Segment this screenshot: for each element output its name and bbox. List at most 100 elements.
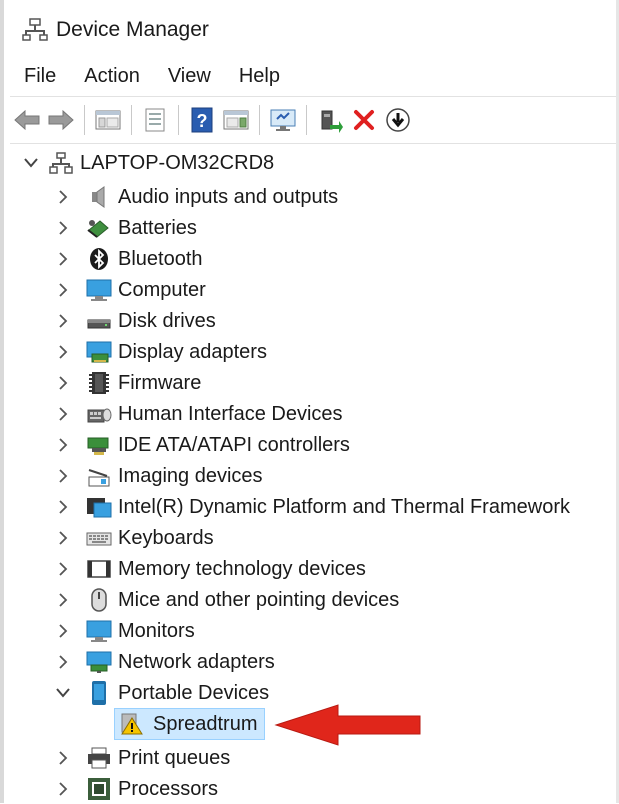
tree-item-processors[interactable]: Processors <box>54 774 218 804</box>
tree-item-hid[interactable]: Human Interface Devices <box>54 399 343 429</box>
item-label: Computer <box>118 278 206 301</box>
tree-item-mice[interactable]: Mice and other pointing devices <box>54 585 399 615</box>
hid-icon <box>86 401 112 427</box>
tree-item-spreadtrum[interactable]: Spreadtrum <box>114 708 265 740</box>
back-button[interactable] <box>11 104 43 136</box>
chevron-right-icon[interactable] <box>54 498 72 516</box>
tree-item-ide-controllers[interactable]: IDE ATA/ATAPI controllers <box>54 430 350 460</box>
monitor-scan-icon <box>270 109 296 131</box>
chevron-right-icon[interactable] <box>54 374 72 392</box>
item-label: Bluetooth <box>118 247 203 270</box>
printer-icon <box>86 745 112 771</box>
monitor-icon <box>86 618 112 644</box>
network-adapter-icon <box>86 649 112 675</box>
portable-device-icon <box>86 680 112 706</box>
toolbar-separator <box>131 105 132 135</box>
chevron-right-icon[interactable] <box>54 405 72 423</box>
disk-drive-icon <box>86 308 112 334</box>
tree-item-memory-devices[interactable]: Memory technology devices <box>54 554 366 584</box>
menu-help[interactable]: Help <box>225 62 294 92</box>
tree-item-print-queues[interactable]: Print queues <box>54 743 230 773</box>
tree-item-computer[interactable]: Computer <box>54 275 206 305</box>
chevron-right-icon[interactable] <box>54 312 72 330</box>
root-label: LAPTOP-OM32CRD8 <box>80 151 275 174</box>
chevron-right-icon[interactable] <box>54 467 72 485</box>
update-driver-button[interactable] <box>314 104 346 136</box>
toolbar-separator <box>178 105 179 135</box>
item-label: Spreadtrum <box>153 712 258 735</box>
properties-button[interactable] <box>139 104 171 136</box>
menu-action[interactable]: Action <box>70 62 154 92</box>
item-label: Keyboards <box>118 526 214 549</box>
action-pane-icon <box>223 110 249 130</box>
toolbar-separator <box>259 105 260 135</box>
annotation-arrow <box>274 704 421 746</box>
mouse-icon <box>86 587 112 613</box>
title-bar: Device Manager <box>0 0 619 58</box>
chevron-right-icon[interactable] <box>54 188 72 206</box>
item-label: Human Interface Devices <box>118 402 343 425</box>
item-label: Disk drives <box>118 309 216 332</box>
chevron-right-icon[interactable] <box>54 281 72 299</box>
speaker-icon <box>86 184 112 210</box>
keyboard-icon <box>86 525 112 551</box>
chevron-down-icon[interactable] <box>22 154 40 172</box>
properties-icon <box>145 108 165 132</box>
tree-item-disk-drives[interactable]: Disk drives <box>54 306 216 336</box>
tree-item-network-adapters[interactable]: Network adapters <box>54 647 275 677</box>
item-label: Imaging devices <box>118 464 263 487</box>
tree-item-audio[interactable]: Audio inputs and outputs <box>54 182 338 212</box>
show-hide-console-tree-button[interactable] <box>92 104 124 136</box>
help-icon: ? <box>191 107 213 133</box>
chevron-right-icon[interactable] <box>54 653 72 671</box>
toolbar-separator <box>84 105 85 135</box>
disable-device-button[interactable] <box>382 104 414 136</box>
item-label: Audio inputs and outputs <box>118 185 339 208</box>
back-arrow-icon <box>14 109 40 131</box>
chevron-right-icon[interactable] <box>54 343 72 361</box>
uninstall-device-button[interactable] <box>348 104 380 136</box>
item-label: Mice and other pointing devices <box>118 588 400 611</box>
tree-item-portable-devices[interactable]: Portable Devices <box>54 678 269 708</box>
red-x-icon <box>354 110 374 130</box>
display-adapter-icon <box>86 339 112 365</box>
chevron-right-icon[interactable] <box>54 749 72 767</box>
tree-item-bluetooth[interactable]: Bluetooth <box>54 244 203 274</box>
chevron-right-icon[interactable] <box>54 591 72 609</box>
warning-icon <box>119 711 145 737</box>
chevron-right-icon[interactable] <box>54 436 72 454</box>
help-button[interactable]: ? <box>186 104 218 136</box>
item-label: Firmware <box>118 371 202 394</box>
tree-root[interactable]: LAPTOP-OM32CRD8 <box>22 148 274 178</box>
chevron-right-icon[interactable] <box>54 250 72 268</box>
chevron-down-icon[interactable] <box>54 684 72 702</box>
toolbar: ? <box>10 96 616 144</box>
item-label: Intel(R) Dynamic Platform and Thermal Fr… <box>118 495 570 518</box>
tree-item-imaging-devices[interactable]: Imaging devices <box>54 461 263 491</box>
chevron-right-icon[interactable] <box>54 529 72 547</box>
chevron-right-icon[interactable] <box>54 780 72 798</box>
chevron-right-icon[interactable] <box>54 219 72 237</box>
firmware-icon <box>86 370 112 396</box>
item-label: Batteries <box>118 216 197 239</box>
scan-hardware-changes-button[interactable] <box>267 104 299 136</box>
item-label: IDE ATA/ATAPI controllers <box>118 433 350 456</box>
menu-view[interactable]: View <box>154 62 225 92</box>
forward-button[interactable] <box>45 104 77 136</box>
chevron-right-icon[interactable] <box>54 622 72 640</box>
forward-arrow-icon <box>48 109 74 131</box>
tree-item-monitors[interactable]: Monitors <box>54 616 195 646</box>
item-label: Print queues <box>118 746 231 769</box>
tree-item-firmware[interactable]: Firmware <box>54 368 201 398</box>
tree-item-intel-framework[interactable]: Intel(R) Dynamic Platform and Thermal Fr… <box>54 492 570 522</box>
tree-item-keyboards[interactable]: Keyboards <box>54 523 214 553</box>
toolbar-separator <box>306 105 307 135</box>
menu-file[interactable]: File <box>10 62 70 92</box>
show-action-pane-button[interactable] <box>220 104 252 136</box>
tree-item-display-adapters[interactable]: Display adapters <box>54 337 267 367</box>
imaging-device-icon <box>86 463 112 489</box>
tree-item-batteries[interactable]: Batteries <box>54 213 197 243</box>
window-title: Device Manager <box>56 18 209 41</box>
chevron-right-icon[interactable] <box>54 560 72 578</box>
item-label: Memory technology devices <box>118 557 366 580</box>
